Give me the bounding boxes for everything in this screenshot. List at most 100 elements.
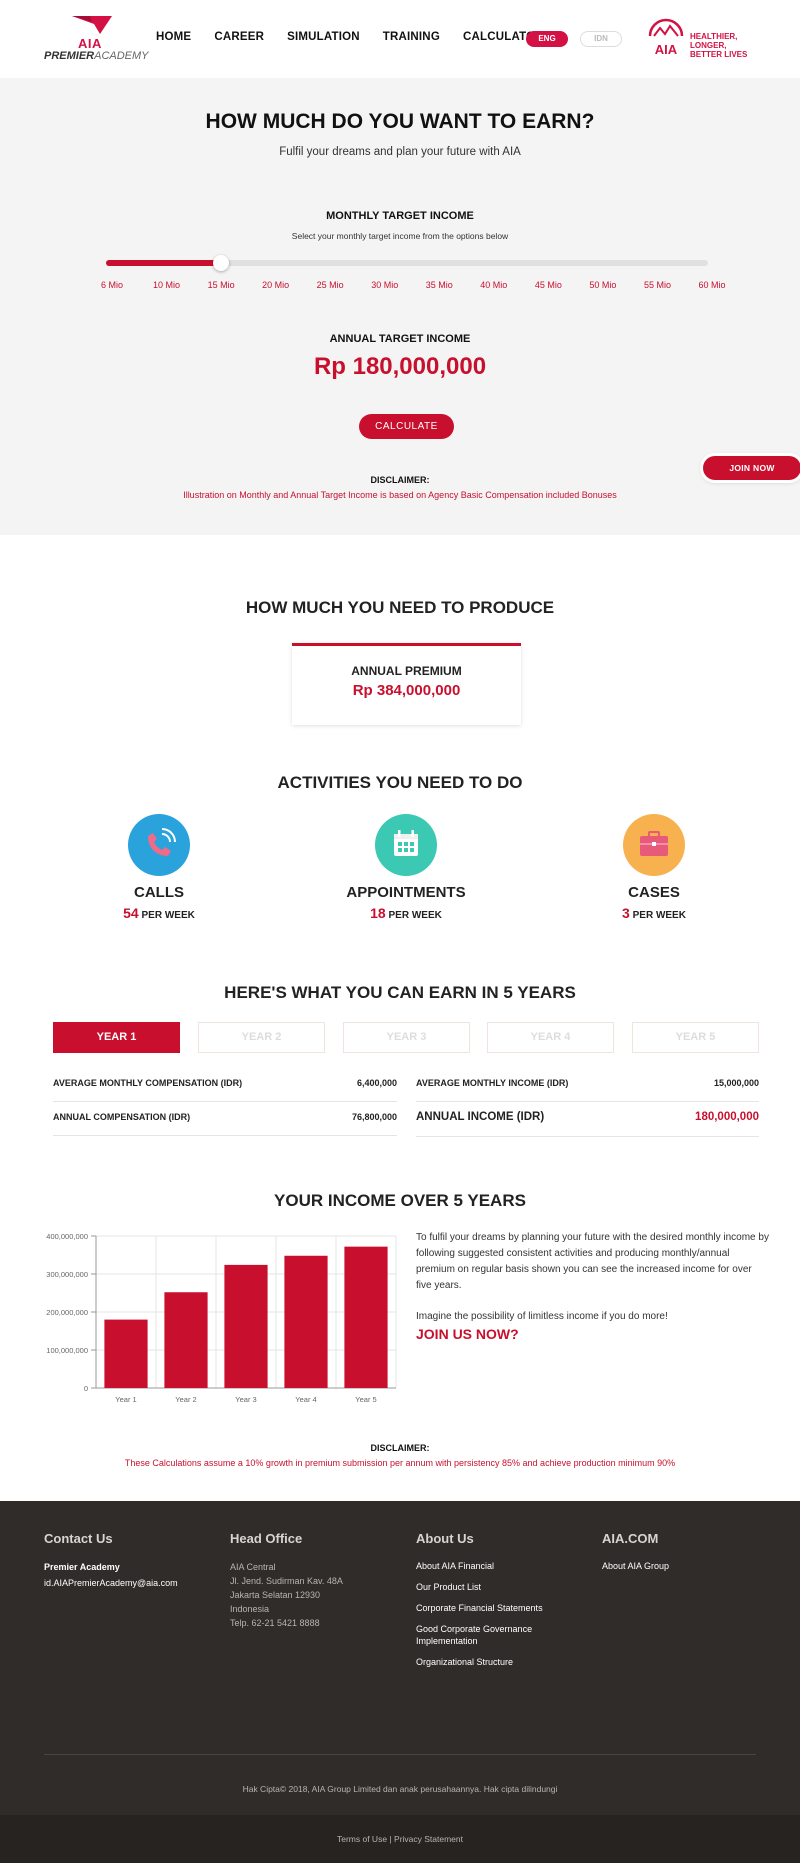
appointments-label: APPOINTMENTS: [346, 884, 466, 901]
slider-tick-label[interactable]: 30 Mio: [355, 280, 415, 290]
y-tick-label: 300,000,000: [46, 1270, 88, 1279]
calls-count: 54: [123, 905, 139, 921]
footer-contact: Contact Us Premier Academy id.AIAPremier…: [44, 1531, 224, 1590]
slider-tick-label[interactable]: 15 Mio: [191, 280, 251, 290]
earn-title: HERE'S WHAT YOU CAN EARN IN 5 YEARS: [224, 983, 576, 1002]
slider-tick-label[interactable]: 50 Mio: [573, 280, 633, 290]
cases-unit: PER WEEK: [632, 910, 686, 921]
copyright-text: Hak Cipta© 2018, AIA Group Limited dan a…: [242, 1784, 558, 1794]
appointments-unit: PER WEEK: [388, 910, 442, 921]
hero-subtitle: Fulfil your dreams and plan your future …: [279, 146, 521, 158]
lang-idn-button[interactable]: IDN: [580, 31, 622, 47]
about-title: About Us: [416, 1531, 474, 1546]
cases-label: CASES: [628, 884, 680, 901]
slider-tick-label[interactable]: 45 Mio: [518, 280, 578, 290]
activity-appointments: APPOINTMENTS 18 PER WEEK: [306, 814, 506, 921]
privacy-statement-link[interactable]: Privacy Statement: [394, 1834, 463, 1844]
slider-tick-label[interactable]: 20 Mio: [246, 280, 306, 290]
disclaimer-text: Illustration on Monthly and Annual Targe…: [183, 490, 617, 500]
avg-monthly-comp-label: AVERAGE MONTHLY COMPENSATION (IDR): [53, 1078, 243, 1088]
join-us-now-link[interactable]: JOIN US NOW?: [416, 1326, 519, 1342]
office-line: Jl. Jend. Sudirman Kav. 48A: [230, 1576, 343, 1586]
slider-handle[interactable]: [213, 255, 230, 271]
slider-tick-label[interactable]: 55 Mio: [627, 280, 687, 290]
slider-tick-label[interactable]: 40 Mio: [464, 280, 524, 290]
slider-tick-label[interactable]: 10 Mio: [137, 280, 197, 290]
activity-cases: CASES 3 PER WEEK: [554, 814, 754, 921]
y-tick-label: 200,000,000: [46, 1308, 88, 1317]
activity-calls: CALLS 54 PER WEEK: [59, 814, 259, 921]
join-now-button[interactable]: JOIN NOW: [703, 456, 800, 480]
calls-label: CALLS: [134, 884, 184, 901]
monthly-target-hint: Select your monthly target income from t…: [291, 231, 509, 241]
sub-footer: Terms of Use | Privacy Statement: [0, 1815, 800, 1863]
footer-link-about-aia-financial[interactable]: About AIA Financial: [416, 1560, 566, 1572]
contact-email[interactable]: id.AIAPremierAcademy@aia.com: [44, 1576, 224, 1590]
y-tick-label: 0: [84, 1384, 88, 1393]
aia-brand-mark-icon: AIA: [648, 18, 684, 57]
avg-monthly-income-row: AVERAGE MONTHLY INCOME (IDR) 15,000,000: [416, 1078, 759, 1102]
nav-training[interactable]: TRAINING: [383, 31, 440, 43]
aia-brand-logo[interactable]: AIA HEALTHIER, LONGER, BETTER LIVES: [646, 16, 756, 59]
footer-link-about-aia-group[interactable]: About AIA Group: [602, 1560, 782, 1572]
activities-title: ACTIVITIES YOU NEED TO DO: [277, 773, 523, 792]
bar: [224, 1264, 268, 1388]
annual-income-row: ANNUAL INCOME (IDR) 180,000,000: [416, 1111, 759, 1137]
annual-comp-value: 76,800,000: [351, 1112, 397, 1122]
footer-link-org-structure[interactable]: Organizational Structure: [416, 1656, 566, 1668]
slider-tick-label[interactable]: 60 Mio: [682, 280, 742, 290]
aia-wing-icon: [72, 16, 112, 34]
office-phone: Telp. 62-21 5421 8888: [230, 1618, 320, 1628]
produce-title: HOW MUCH YOU NEED TO PRODUCE: [245, 598, 555, 617]
nav-simulation[interactable]: SIMULATION: [287, 31, 360, 43]
footer-divider: [44, 1754, 756, 1755]
annual-comp-row: ANNUAL COMPENSATION (IDR) 76,800,000: [53, 1112, 397, 1136]
footer-link-product-list[interactable]: Our Product List: [416, 1581, 566, 1593]
monthly-income-slider[interactable]: [106, 255, 708, 271]
tab-year-2[interactable]: YEAR 2: [198, 1022, 325, 1053]
annual-target-label: ANNUAL TARGET INCOME: [329, 333, 471, 345]
office-line: Jakarta Selatan 12930: [230, 1590, 321, 1600]
calendar-icon: [375, 814, 437, 876]
tab-year-1[interactable]: YEAR 1: [53, 1022, 180, 1053]
income-disclaimer-text: These Calculations assume a 10% growth i…: [124, 1458, 676, 1468]
bar: [104, 1319, 148, 1388]
nav-career[interactable]: CAREER: [214, 31, 264, 43]
annual-income-label: ANNUAL INCOME (IDR): [416, 1111, 545, 1123]
income-bar-chart: 0 100,000,000 200,000,000 300,000,000 400,00…: [46, 1232, 397, 1404]
income-disclaimer-title: DISCLAIMER:: [370, 1443, 430, 1453]
terms-of-use-link[interactable]: Terms of Use: [337, 1834, 387, 1844]
lang-eng-button[interactable]: ENG: [526, 31, 568, 47]
footer-link-governance[interactable]: Good Corporate Governance Implementation: [416, 1623, 566, 1647]
annual-comp-label: ANNUAL COMPENSATION (IDR): [53, 1112, 191, 1122]
annual-income-value: 180,000,000: [695, 1111, 759, 1123]
logo-aia-text: AIA: [78, 36, 102, 51]
slider-tick-label[interactable]: 6 Mio: [82, 280, 142, 290]
cases-count: 3: [622, 905, 630, 921]
logo-academy-text: PREMIERACADEMY: [44, 50, 149, 62]
footer: Contact Us Premier Academy id.AIAPremier…: [0, 1501, 800, 1815]
calculate-button[interactable]: CALCULATE: [359, 414, 454, 439]
slider-tick-label[interactable]: 35 Mio: [409, 280, 469, 290]
aia-premier-academy-logo[interactable]: AIA PREMIERACADEMY: [44, 14, 149, 64]
nav-home[interactable]: HOME: [156, 31, 191, 43]
brand-tagline: HEALTHIER, LONGER, BETTER LIVES: [690, 32, 748, 59]
avg-monthly-comp-row: AVERAGE MONTHLY COMPENSATION (IDR) 6,400…: [53, 1078, 397, 1102]
appointments-count: 18: [370, 905, 386, 921]
office-title: Head Office: [230, 1531, 303, 1546]
annual-premium-value: Rp 384,000,000: [352, 682, 461, 699]
tab-year-5[interactable]: YEAR 5: [632, 1022, 759, 1053]
footer-link-financial-statements[interactable]: Corporate Financial Statements: [416, 1602, 566, 1614]
aiacom-title: AIA.COM: [602, 1531, 659, 1546]
y-tick-label: 400,000,000: [46, 1232, 88, 1241]
tab-year-4[interactable]: YEAR 4: [487, 1022, 614, 1053]
hero-title: HOW MUCH DO YOU WANT TO EARN?: [205, 110, 595, 133]
tab-year-3[interactable]: YEAR 3: [343, 1022, 470, 1053]
footer-about: About Us About AIA Financial Our Product…: [416, 1531, 566, 1677]
bar: [344, 1246, 388, 1388]
contact-title: Contact Us: [44, 1531, 113, 1546]
slider-tick-label[interactable]: 25 Mio: [300, 280, 360, 290]
phone-icon: [128, 814, 190, 876]
income-title: YOUR INCOME OVER 5 YEARS: [274, 1191, 526, 1210]
y-tick-label: 100,000,000: [46, 1346, 88, 1355]
